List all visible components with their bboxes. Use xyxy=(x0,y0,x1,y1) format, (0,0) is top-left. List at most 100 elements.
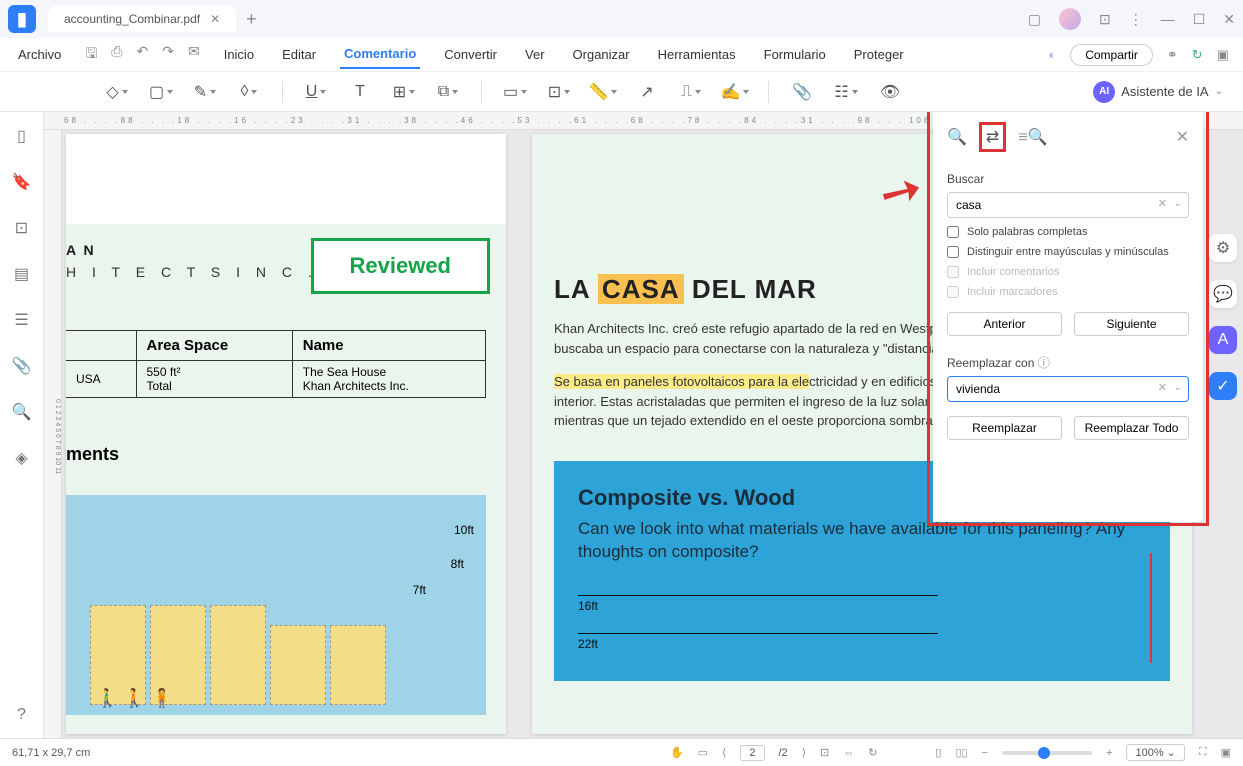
underline-tool[interactable]: U xyxy=(299,77,333,107)
sync-icon[interactable]: ↻ xyxy=(1192,47,1203,63)
advanced-search-icon[interactable]: ≡🔍 xyxy=(1018,127,1047,147)
zoom-value[interactable]: 100% ⌄ xyxy=(1126,744,1184,761)
attach-tool[interactable]: 📎 xyxy=(785,77,819,107)
bookmarks-icon[interactable]: 🔖 xyxy=(12,172,32,192)
pencil-tool[interactable]: ✎ xyxy=(188,77,222,107)
textbox-tool[interactable]: ⊞ xyxy=(387,77,421,107)
mail-icon[interactable]: ✉ xyxy=(188,43,200,67)
menu-organizar[interactable]: Organizar xyxy=(569,41,634,68)
replace-all-button[interactable]: Reemplazar Todo xyxy=(1074,416,1189,440)
zoom-in-icon[interactable]: + xyxy=(1106,747,1112,759)
select-tool-icon[interactable]: ▭ xyxy=(698,746,708,759)
zoom-slider[interactable] xyxy=(1002,751,1092,755)
close-window-icon[interactable]: ✕ xyxy=(1223,11,1235,28)
save-icon[interactable]: 🖫 xyxy=(85,43,97,67)
fit-page-icon[interactable]: ⊡ xyxy=(820,746,829,759)
sign-tool[interactable]: ✍ xyxy=(718,77,752,107)
layers-icon[interactable]: ◈ xyxy=(15,448,27,468)
view-single-icon[interactable]: ▯ xyxy=(935,746,941,759)
read-mode-icon[interactable]: ▣ xyxy=(1221,746,1231,759)
highlight-tool[interactable]: ◇ xyxy=(100,77,134,107)
callout-tool[interactable]: ⧉ xyxy=(431,77,465,107)
menu-comentario[interactable]: Comentario xyxy=(340,40,420,69)
search-icon[interactable]: 🔍 xyxy=(12,402,32,422)
comments-icon[interactable]: ⊡ xyxy=(15,218,28,238)
next-button[interactable]: Siguiente xyxy=(1074,312,1189,336)
fit-width-icon[interactable]: ⇔ xyxy=(843,747,854,759)
eye-tool[interactable]: 👁 xyxy=(873,77,907,107)
user-avatar[interactable] xyxy=(1059,8,1081,30)
close-tab-icon[interactable]: ✕ xyxy=(210,12,220,26)
attachments-icon[interactable]: 📎 xyxy=(12,356,32,376)
list-icon[interactable]: ☰ xyxy=(14,310,28,330)
text-tool[interactable]: T xyxy=(343,77,377,107)
close-panel-icon[interactable]: ✕ xyxy=(1176,127,1189,147)
reviewed-stamp[interactable]: Reviewed xyxy=(311,238,491,294)
clear-search-icon[interactable]: ✕ xyxy=(1158,197,1167,210)
hand-tool-icon[interactable]: ✋ xyxy=(670,746,684,759)
menu-bar: Archivo 🖫 ⎙ ↶ ↷ ✉ Inicio Editar Comentar… xyxy=(0,38,1243,72)
help-icon[interactable]: ? xyxy=(17,706,26,724)
prev-page-icon[interactable]: ⟨ xyxy=(722,746,726,759)
menu-inicio[interactable]: Inicio xyxy=(220,41,258,68)
settings-slider-icon[interactable]: ⚙ xyxy=(1209,234,1237,262)
undo-icon[interactable]: ↶ xyxy=(137,43,149,67)
comment-list-tool[interactable]: ☷ xyxy=(829,77,863,107)
replace-input[interactable] xyxy=(947,376,1189,402)
arrow-tool[interactable]: ↗ xyxy=(630,77,664,107)
document-tab[interactable]: accounting_Combinar.pdf ✕ xyxy=(48,6,236,32)
redo-icon[interactable]: ↷ xyxy=(162,43,174,67)
rotate-icon[interactable]: ↻ xyxy=(868,746,877,759)
feedback-icon[interactable]: ⊡ xyxy=(1099,11,1111,28)
zoom-out-icon[interactable]: − xyxy=(982,747,988,759)
menu-editar[interactable]: Editar xyxy=(278,41,320,68)
shape-tool[interactable]: ▭ xyxy=(498,77,532,107)
replace-button[interactable]: Reemplazar xyxy=(947,416,1062,440)
clear-replace-icon[interactable]: ✕ xyxy=(1158,381,1167,394)
stamp-tool[interactable]: ⎍ xyxy=(674,77,708,107)
tab-title: accounting_Combinar.pdf xyxy=(64,12,200,26)
bulb-icon[interactable]: ◐ xyxy=(1048,47,1056,62)
replace-dropdown-icon[interactable]: ⌄ xyxy=(1174,382,1182,393)
search-input[interactable] xyxy=(947,192,1189,218)
cloud-tool[interactable]: ⊡ xyxy=(542,77,576,107)
menu-convertir[interactable]: Convertir xyxy=(440,41,501,68)
annotation-redline[interactable] xyxy=(1150,553,1152,663)
menu-formulario[interactable]: Formulario xyxy=(760,41,830,68)
ai-assistant-button[interactable]: AI Asistente de IA ⌄ xyxy=(1093,81,1223,103)
view-double-icon[interactable]: ▯▯ xyxy=(955,746,967,759)
thumbnails-icon[interactable]: ▯ xyxy=(17,126,26,146)
share-cloud-icon[interactable]: ⚭ xyxy=(1167,47,1178,63)
menu-proteger[interactable]: Proteger xyxy=(850,41,908,68)
window-icon[interactable]: ▢ xyxy=(1028,11,1041,28)
composite-question: Can we look into what materials we have … xyxy=(578,517,1146,565)
measure-tool[interactable]: 📏 xyxy=(586,77,620,107)
note-tool[interactable]: ▢ xyxy=(144,77,178,107)
maximize-icon[interactable]: ☐ xyxy=(1193,11,1206,28)
share-button[interactable]: Compartir xyxy=(1070,44,1153,66)
print-icon[interactable]: ⎙ xyxy=(111,43,122,67)
eraser-tool[interactable]: ◊ xyxy=(232,77,266,107)
translate-icon[interactable]: A xyxy=(1209,326,1237,354)
search-dropdown-icon[interactable]: ⌄ xyxy=(1174,198,1182,209)
chk-case[interactable] xyxy=(947,246,959,258)
prev-button[interactable]: Anterior xyxy=(947,312,1062,336)
ments-heading: ments xyxy=(66,444,486,465)
check-icon[interactable]: ✓ xyxy=(1209,372,1237,400)
chat-icon[interactable]: 💬 xyxy=(1209,280,1237,308)
replace-mode-icon[interactable]: ⇄ xyxy=(979,122,1006,152)
chk-whole-words[interactable] xyxy=(947,226,959,238)
minimize-icon[interactable]: — xyxy=(1161,11,1175,27)
menu-herramientas[interactable]: Herramientas xyxy=(654,41,740,68)
menu-ver[interactable]: Ver xyxy=(521,41,549,68)
fullscreen-icon[interactable]: ⛶ xyxy=(1199,746,1207,759)
add-tab-button[interactable]: + xyxy=(246,9,257,30)
search-mode-icon[interactable]: 🔍 xyxy=(947,127,967,147)
fields-icon[interactable]: ▤ xyxy=(14,264,29,284)
page-input[interactable]: 2 xyxy=(740,745,764,761)
page-1[interactable]: A N H I T E C T S I N C . Reviewed Area … xyxy=(66,134,506,734)
more-icon[interactable]: ⋮ xyxy=(1129,11,1143,28)
next-page-icon[interactable]: ⟩ xyxy=(802,746,806,759)
menu-file[interactable]: Archivo xyxy=(14,41,65,68)
panel-icon[interactable]: ▣ xyxy=(1217,47,1229,63)
